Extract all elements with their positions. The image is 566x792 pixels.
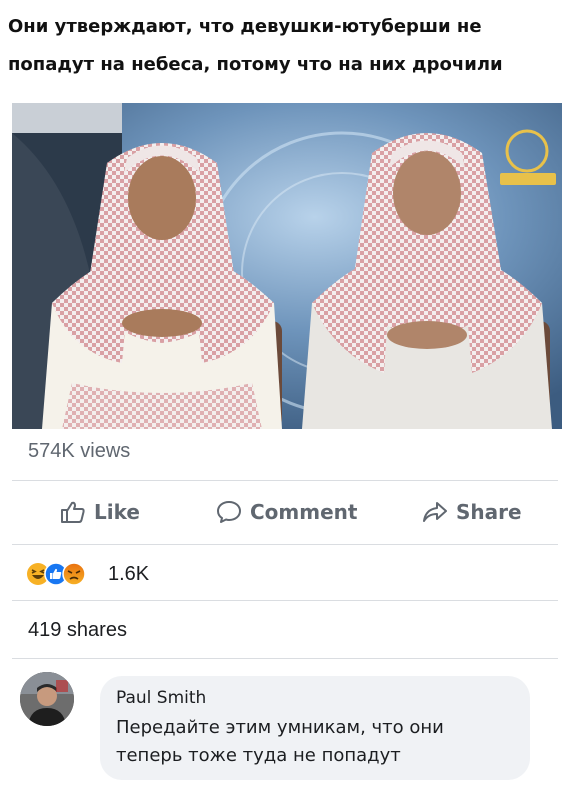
caption-line-2: попадут на небеса, потому что на них дро… [8,54,503,75]
meme-caption: Они утверждают, что девушки-ютуберши не … [8,8,560,84]
comment-line-1: Передайте этим умникам, что они [116,717,444,738]
like-button[interactable]: Like [60,494,140,530]
comment-text: Передайте этим умникам, что они теперь т… [116,714,514,770]
comment-button[interactable]: Comment [216,494,357,530]
divider [12,600,558,601]
share-arrow-icon [423,502,447,522]
view-count: 574K views [28,440,131,462]
avatar[interactable] [20,672,74,726]
divider [12,480,558,481]
video-player[interactable] [12,103,562,429]
angry-icon [62,562,86,586]
divider [12,544,558,545]
comment-label: Comment [250,500,358,524]
thumbs-up-icon [61,501,85,523]
comment-icon [217,501,241,523]
share-button[interactable]: Share [422,494,522,530]
shares-count[interactable]: 419 shares [28,619,127,642]
comment-line-2: теперь тоже туда не попадут [116,745,401,766]
reactions-summary[interactable]: 1.6K [26,560,149,588]
reaction-icons [26,560,106,588]
like-label: Like [94,500,140,524]
reactions-count: 1.6K [108,562,150,585]
comment-bubble: Paul Smith Передайте этим умникам, что о… [100,676,530,780]
comment-author[interactable]: Paul Smith [116,688,514,708]
action-bar: Like Comment Share [12,494,562,530]
comment: Paul Smith Передайте этим умникам, что о… [20,672,560,784]
avatar-photo [20,672,74,726]
caption-line-1: Они утверждают, что девушки-ютуберши не [8,16,482,37]
divider [12,658,558,659]
share-label: Share [456,500,522,524]
video-frame [12,103,562,429]
